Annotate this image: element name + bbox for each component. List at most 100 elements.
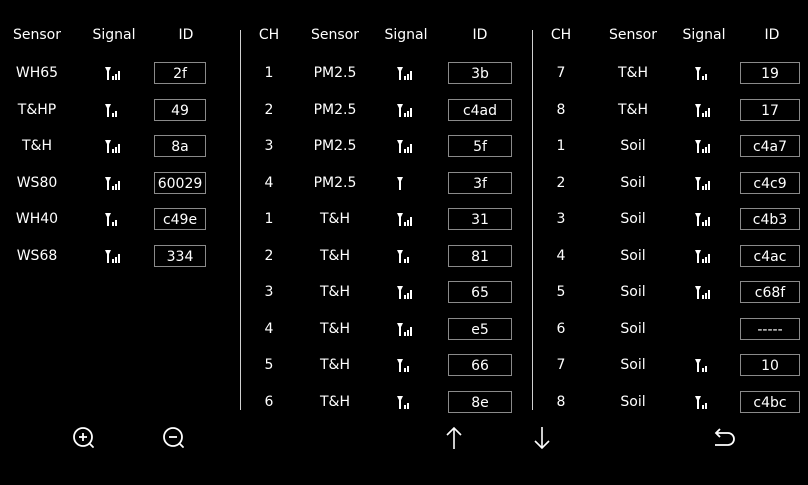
sensor-name: Soil <box>620 393 646 410</box>
signal-strength-icon <box>694 66 714 80</box>
sensor-name: PM2.5 <box>313 174 357 191</box>
header-id: ID <box>764 27 780 43</box>
signal-strength-icon <box>396 249 416 263</box>
channel-number: 2 <box>264 247 274 264</box>
signal-strength-icon <box>694 358 714 372</box>
channel-number: 5 <box>264 357 274 373</box>
sensor-id-field[interactable]: 49 <box>154 98 206 121</box>
sensor-id-field[interactable]: 3b <box>448 62 512 84</box>
sensor-id-field[interactable]: c4a7 <box>740 135 800 157</box>
channel-number: 8 <box>556 393 566 410</box>
signal-strength-icon <box>104 103 124 117</box>
sensor-name: Soil <box>620 320 646 337</box>
signal-strength-icon <box>694 285 714 299</box>
sensor-id-field[interactable]: e5 <box>448 317 512 340</box>
channel-number: 5 <box>556 284 566 300</box>
sensor-id-field[interactable]: c4b3 <box>740 208 800 230</box>
sensor-id-field[interactable]: c4ac <box>740 244 800 267</box>
sensor-name: T&H <box>320 320 350 337</box>
sensor-id-field[interactable]: 31 <box>448 208 512 230</box>
sensor-row: 1 PM2.5 3b <box>242 60 532 86</box>
signal-strength-icon <box>694 395 714 409</box>
channel-number: 2 <box>264 101 274 118</box>
signal-strength-icon <box>396 285 416 299</box>
sensor-id-field[interactable]: 2f <box>154 62 206 84</box>
zoom-in-button[interactable] <box>66 420 102 456</box>
sensor-id-field[interactable]: c4c9 <box>740 171 800 194</box>
sensor-id-field[interactable]: 5f <box>448 135 512 157</box>
sensor-id-field[interactable]: 17 <box>740 98 800 121</box>
signal-strength-icon <box>396 139 416 153</box>
signal-strength-icon <box>104 139 124 153</box>
sensor-row: 8 Soil c4bc <box>534 389 808 415</box>
header-id: ID <box>178 27 194 43</box>
header-signal: Signal <box>384 27 428 43</box>
header-sensor: Sensor <box>13 27 61 43</box>
column-divider-1 <box>240 30 241 410</box>
sensor-row: 7 T&H 19 <box>534 60 808 86</box>
header-signal: Signal <box>92 27 136 43</box>
sensor-id-field[interactable]: 65 <box>448 281 512 303</box>
channel-number: 4 <box>556 247 566 264</box>
signal-strength-icon <box>694 103 714 117</box>
sensor-row: 5 T&H 66 <box>242 352 532 378</box>
channel-number: 4 <box>264 174 274 191</box>
sensor-id-field[interactable]: 3f <box>448 171 512 194</box>
sensor-row: 6 Soil ----- <box>534 316 808 342</box>
signal-strength-icon <box>396 358 416 372</box>
sensor-name: WS68 <box>16 247 58 264</box>
sensor-id-field[interactable]: 81 <box>448 244 512 267</box>
sensor-name: Soil <box>620 247 646 264</box>
sensor-id-field[interactable]: 19 <box>740 62 800 84</box>
sensor-id-field[interactable]: 8e <box>448 390 512 413</box>
sensor-row: 4 PM2.5 3f <box>242 170 532 196</box>
channel-number: 1 <box>264 211 274 227</box>
sensor-row: 3 Soil c4b3 <box>534 206 808 232</box>
sensor-row: T&HP 49 <box>0 97 232 123</box>
scroll-down-button[interactable] <box>524 420 560 456</box>
sensor-name: Soil <box>620 284 646 300</box>
scroll-up-button[interactable] <box>436 420 472 456</box>
sensor-row: 4 Soil c4ac <box>534 243 808 269</box>
zoom-out-icon <box>163 427 184 448</box>
signal-strength-icon <box>694 322 714 336</box>
zoom-out-button[interactable] <box>156 420 192 456</box>
sensor-row: 5 Soil c68f <box>534 279 808 305</box>
sensor-id-field[interactable]: 10 <box>740 354 800 376</box>
sensor-row: 8 T&H 17 <box>534 97 808 123</box>
signal-strength-icon <box>396 103 416 117</box>
sensor-row: T&H 8a <box>0 133 232 159</box>
sensor-id-field[interactable]: 60029 <box>154 171 206 194</box>
sensor-row: 1 T&H 31 <box>242 206 532 232</box>
sensor-row: 1 Soil c4a7 <box>534 133 808 159</box>
sensor-name: T&HP <box>17 101 57 118</box>
sensor-id-field[interactable]: 8a <box>154 135 206 157</box>
channel-number: 1 <box>264 65 274 81</box>
sensor-name: Soil <box>620 357 646 373</box>
signal-strength-icon <box>694 249 714 263</box>
sensor-row: WS68 334 <box>0 243 232 269</box>
panel-channel-sensors-1: CH Sensor Signal ID 1 PM2.5 3b 2 PM2.5 c4ad 3 P… <box>242 0 532 420</box>
channel-number: 6 <box>556 320 566 337</box>
sensor-id-field[interactable]: c68f <box>740 281 800 303</box>
sensor-id-field[interactable]: c4bc <box>740 390 800 413</box>
back-button[interactable] <box>704 420 740 456</box>
sensor-id-field[interactable]: c49e <box>154 208 206 230</box>
sensor-id-field[interactable]: 334 <box>154 244 206 267</box>
signal-strength-icon <box>694 176 714 190</box>
channel-number: 7 <box>556 357 566 373</box>
signal-strength-icon <box>104 176 124 190</box>
sensor-name: PM2.5 <box>313 101 357 118</box>
sensor-name: PM2.5 <box>313 138 357 154</box>
sensor-name: Soil <box>620 138 646 154</box>
panel-channel-sensors-2: CH Sensor Signal ID 7 T&H 19 8 T&H 17 1 Soil c4a… <box>534 0 808 420</box>
sensor-row: 2 PM2.5 c4ad <box>242 97 532 123</box>
sensor-name: T&H <box>618 65 648 81</box>
sensor-id-field[interactable]: c4ad <box>448 98 512 121</box>
return-icon <box>714 428 735 446</box>
channel-number: 2 <box>556 174 566 191</box>
header-sensor: Sensor <box>609 27 657 43</box>
sensor-id-field[interactable]: 66 <box>448 354 512 376</box>
signal-strength-icon <box>396 395 416 409</box>
sensor-id-field[interactable]: ----- <box>740 317 800 340</box>
